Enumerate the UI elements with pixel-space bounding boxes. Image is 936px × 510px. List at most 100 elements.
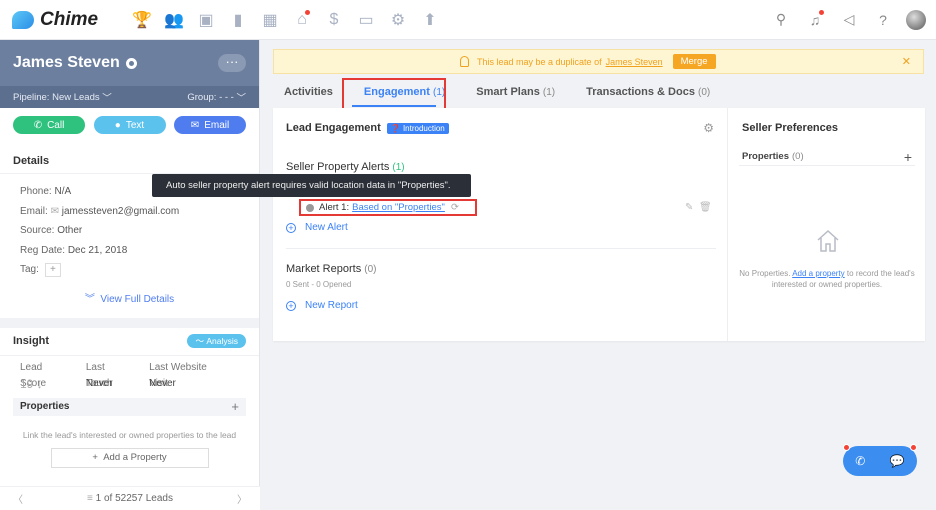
lightbulb-icon (460, 56, 469, 67)
alert-link[interactable]: Based on "Properties" (352, 202, 445, 213)
new-alert-button[interactable]: + New Alert (286, 222, 348, 233)
mr-count: (0) (364, 264, 377, 275)
trophy-icon[interactable]: 🏆 (126, 0, 158, 40)
trash-icon[interactable]: 🗑 (699, 202, 712, 213)
mail-icon: ✉ (190, 119, 200, 131)
introduction-label: Introduction (402, 123, 445, 133)
nav-icons: 🏆 👥 ▣ ▮ ▦ ⌂ $ ▭ ⚙ ⬆ (126, 0, 446, 40)
call-label: Call (47, 119, 65, 131)
bar-chart-icon[interactable]: ▮ (222, 0, 254, 40)
communication-fab[interactable]: ✆ 💬 (843, 444, 917, 476)
building-icon[interactable]: ⌂ (286, 0, 318, 40)
tab-transactions-docs[interactable]: Transactions & Docs (0) (575, 79, 710, 107)
lead-name: James Steven (13, 54, 120, 71)
pipeline-select[interactable]: New Leads (52, 92, 100, 103)
chime-logo-icon (12, 10, 34, 29)
tag-label: Tag: (20, 264, 39, 275)
speaker-icon[interactable]: ◁ (832, 0, 866, 40)
call-button[interactable]: ✆ Call (13, 116, 85, 134)
mr-title-text: Market Reports (286, 263, 362, 275)
avatar[interactable] (906, 9, 926, 30)
plus-circle-icon: + (286, 300, 296, 311)
last-visit-label: Last Website Visit (149, 361, 207, 389)
no-properties-note: No Properties. Add a property to record … (739, 268, 915, 290)
properties-title: Properties (20, 401, 70, 412)
add-property-plus-button[interactable]: + (231, 399, 239, 414)
detail-email: Email: ✉ jamessteven2@gmail.com (0, 202, 259, 222)
add-tag-button[interactable]: + (44, 263, 61, 277)
arrow-up-icon[interactable]: ⬆ (414, 0, 446, 40)
text-button[interactable]: ● Text (93, 116, 166, 134)
plus-circle-icon: + (286, 222, 296, 233)
seller-properties-bar: Properties (0) + (739, 148, 915, 166)
tab-activities[interactable]: Activities (273, 79, 333, 107)
introduction-button[interactable]: ❓ Introduction (386, 122, 449, 134)
phone-icon[interactable]: ✆ (855, 454, 865, 468)
stat-last-visit: Last Website Visit Never (149, 360, 217, 392)
new-report-button[interactable]: + New Report (286, 300, 358, 311)
chevron-down-icon: ﹀ (102, 93, 112, 104)
email-label: Email (204, 119, 230, 131)
section-divider (0, 317, 259, 328)
phone-icon: ✆ (33, 119, 43, 131)
info-icon (306, 203, 314, 212)
email-field-label: Email: (20, 205, 48, 217)
top-nav: Chime 🏆 👥 ▣ ▮ ▦ ⌂ $ ▭ ⚙ ⬆ ⚲ ♫ ◁ ? (0, 0, 936, 40)
pipeline-label: Pipeline: (13, 91, 50, 103)
duplicate-banner: This lead may be a duplicate of James St… (273, 49, 924, 74)
merge-button[interactable]: Merge (672, 54, 716, 69)
mail-icon: ✉ (50, 205, 59, 217)
sync-icon[interactable]: ⟳ (451, 202, 459, 213)
alert-label: Alert 1: (319, 202, 350, 213)
people-icon[interactable]: 👥 (158, 0, 190, 40)
group-select[interactable]: - - - (219, 92, 234, 103)
tab-smart-plans[interactable]: Smart Plans (1) (465, 79, 555, 107)
gear-icon[interactable]: ⚙ (382, 0, 414, 40)
grid-icon[interactable]: ▦ (254, 0, 286, 40)
highlight-box (342, 78, 446, 112)
dollar-icon[interactable]: $ (318, 0, 350, 40)
market-reports-title: Market Reports (0) (286, 263, 377, 275)
bell-icon[interactable]: ♫ (798, 0, 832, 40)
close-icon[interactable]: ✕ (902, 55, 911, 68)
add-property-label: Add a Property (103, 451, 167, 463)
spa-count: (1) (392, 162, 405, 173)
last-visit-value: Never (149, 377, 176, 389)
more-button[interactable]: ··· (218, 54, 246, 72)
duplicate-message: This lead may be a duplicate of James St… (460, 54, 716, 69)
lead-status-icon (125, 57, 137, 69)
lead-engagement-title: Lead Engagement (286, 122, 381, 134)
chat-icon: ● (114, 119, 121, 131)
brand-logo[interactable]: Chime (12, 9, 112, 31)
view-full-details-link[interactable]: ︾ View Full Details (0, 290, 259, 310)
lead-engagement-panel: Lead Engagement ❓ Introduction ⚙ Seller … (273, 108, 728, 341)
settings-gear-icon[interactable]: ⚙ (703, 121, 714, 135)
edit-icon[interactable]: ✎ (685, 202, 693, 213)
contact-actions: ✆ Call ● Text ✉ Email (0, 108, 259, 142)
prev-lead-button[interactable]: 〈 (13, 491, 23, 506)
alert-actions: ✎ 🗑 (685, 202, 712, 213)
duplicate-lead-link[interactable]: James Steven (606, 57, 663, 67)
analysis-label: Analysis (206, 336, 238, 346)
add-property-button[interactable]: + Add a Property (50, 447, 209, 468)
no-properties-text: No Properties. (739, 269, 791, 278)
source-value: Other (57, 225, 83, 236)
search-icon[interactable]: ⚲ (764, 0, 798, 40)
email-button[interactable]: ✉ Email (174, 116, 246, 134)
help-icon[interactable]: ? (866, 0, 900, 40)
pulse-icon[interactable]: ▭ (350, 0, 382, 40)
analysis-button[interactable]: 〜 Analysis (187, 334, 246, 348)
next-lead-button[interactable]: 〉 (237, 491, 247, 506)
add-property-link[interactable]: Add a property (792, 269, 844, 278)
tab-label: Smart Plans (476, 86, 540, 98)
pager-text: ≡ 1 of 52257 Leads (87, 493, 173, 504)
tab-label: Activities (284, 86, 333, 98)
notification-dot (305, 9, 310, 15)
sp-properties-count: (0) (792, 151, 804, 162)
clipboard-icon[interactable]: ▣ (190, 0, 222, 40)
phone-label: Phone: (20, 186, 52, 197)
brand-name: Chime (40, 8, 99, 30)
add-seller-property-button[interactable]: + (904, 149, 912, 165)
chat-icon[interactable]: 💬 (890, 454, 905, 468)
email-value[interactable]: jamessteven2@gmail.com (62, 206, 179, 217)
